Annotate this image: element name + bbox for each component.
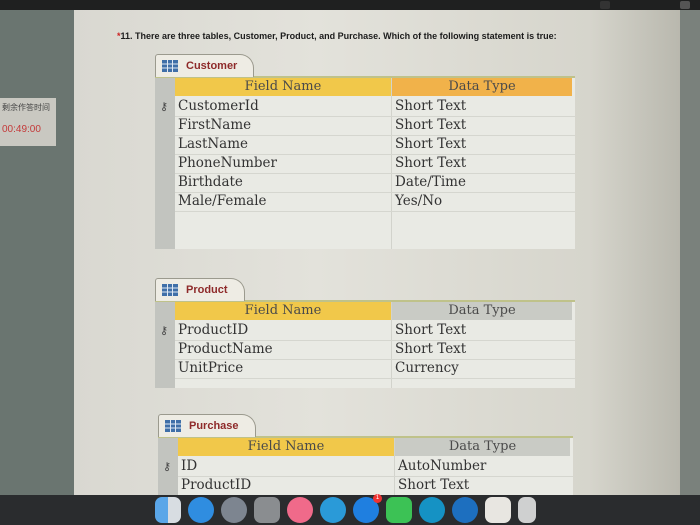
data-type[interactable]: Short Text xyxy=(395,321,466,340)
menu-bar xyxy=(0,0,700,10)
field-name[interactable]: ProductName xyxy=(178,340,273,359)
left-panel: 剩余作答时间 00:49:00 xyxy=(0,10,74,495)
tab-label: Product xyxy=(186,284,228,296)
table-row[interactable]: LastName Short Text xyxy=(175,135,575,155)
safari-icon[interactable] xyxy=(188,497,214,523)
field-name[interactable]: LastName xyxy=(178,135,248,154)
question-body: 11. There are three tables, Customer, Pr… xyxy=(120,31,557,41)
header-field-name[interactable]: Field Name xyxy=(175,78,391,96)
notification-badge: 1 xyxy=(373,494,382,503)
chrome-icon[interactable] xyxy=(485,497,511,523)
header-field-name[interactable]: Field Name xyxy=(178,438,394,456)
tab-product[interactable]: Product xyxy=(155,278,245,301)
field-name[interactable]: CustomerId xyxy=(178,97,259,116)
customer-table: Customer Field Name Data Type ⚷ Customer… xyxy=(155,54,575,249)
primary-key-icon: ⚷ xyxy=(163,461,172,473)
data-type[interactable]: AutoNumber xyxy=(398,457,486,476)
field-name[interactable]: PhoneNumber xyxy=(178,154,277,173)
status-icon[interactable] xyxy=(600,1,610,9)
design-grid: Field Name Data Type ⚷ CustomerId Short … xyxy=(155,78,575,249)
field-name[interactable]: Male/Female xyxy=(178,192,267,211)
field-name[interactable]: UnitPrice xyxy=(178,359,243,378)
table-row[interactable]: ⚷ CustomerId Short Text xyxy=(160,97,575,117)
messages-icon[interactable] xyxy=(320,497,346,523)
edge-icon[interactable] xyxy=(419,497,445,523)
tab-purchase[interactable]: Purchase xyxy=(158,414,256,437)
question-text: *11. There are three tables, Customer, P… xyxy=(117,31,557,41)
purchase-table: Purchase Field Name Data Type ⚷ ID AutoN… xyxy=(158,414,573,496)
tab-strip: Customer xyxy=(155,54,575,78)
tab-customer[interactable]: Customer xyxy=(155,54,255,77)
control-icon[interactable] xyxy=(680,1,690,9)
trash-icon[interactable] xyxy=(518,497,536,523)
table-row[interactable]: Birthdate Date/Time xyxy=(175,173,575,193)
system-preferences-icon[interactable] xyxy=(254,497,280,523)
field-name[interactable]: Birthdate xyxy=(178,173,243,192)
table-grid-icon xyxy=(162,284,178,296)
data-type[interactable]: Short Text xyxy=(398,476,469,495)
data-type[interactable]: Short Text xyxy=(395,135,466,154)
data-type[interactable]: Short Text xyxy=(395,340,466,359)
right-edge xyxy=(680,10,700,495)
field-name[interactable]: FirstName xyxy=(178,116,251,135)
table-row[interactable]: ProductName Short Text xyxy=(175,340,575,360)
data-type[interactable]: Date/Time xyxy=(395,173,466,192)
timer-value: 00:49:00 xyxy=(2,124,41,135)
data-type[interactable]: Short Text xyxy=(395,97,466,116)
table-row[interactable]: UnitPrice Currency xyxy=(175,359,575,379)
tab-label: Purchase xyxy=(189,420,239,432)
dock: 1 xyxy=(0,494,700,525)
timer-box: 剩余作答时间 00:49:00 xyxy=(0,98,56,146)
table-grid-icon xyxy=(162,60,178,72)
migration-icon[interactable] xyxy=(452,497,478,523)
tab-label: Customer xyxy=(186,60,238,72)
table-row[interactable]: FirstName Short Text xyxy=(175,116,575,136)
header-data-type[interactable]: Data Type xyxy=(395,438,570,456)
data-type[interactable]: Currency xyxy=(395,359,459,378)
data-type[interactable]: Yes/No xyxy=(395,192,442,211)
tab-strip: Product xyxy=(155,278,575,302)
table-row[interactable]: PhoneNumber Short Text xyxy=(175,154,575,174)
primary-key-icon: ⚷ xyxy=(160,325,169,337)
data-type[interactable]: Short Text xyxy=(395,154,466,173)
music-icon[interactable] xyxy=(287,497,313,523)
facetime-icon[interactable] xyxy=(386,497,412,523)
header-data-type[interactable]: Data Type xyxy=(392,302,572,320)
field-name[interactable]: ProductID xyxy=(181,476,251,495)
app-store-icon[interactable]: 1 xyxy=(353,494,382,523)
table-row[interactable]: ⚷ ProductID Short Text xyxy=(160,321,575,341)
tab-strip: Purchase xyxy=(158,414,573,438)
header-data-type[interactable]: Data Type xyxy=(392,78,572,96)
primary-key-icon: ⚷ xyxy=(160,101,169,113)
table-row[interactable]: ProductID Short Text xyxy=(178,476,573,496)
field-name[interactable]: ProductID xyxy=(178,321,248,340)
data-type[interactable]: Short Text xyxy=(395,116,466,135)
header-field-name[interactable]: Field Name xyxy=(175,302,391,320)
field-name[interactable]: ID xyxy=(181,457,197,476)
finder-icon[interactable] xyxy=(155,497,181,523)
timer-label: 剩余作答时间 xyxy=(2,103,50,112)
row-selector-column[interactable] xyxy=(155,302,175,388)
table-grid-icon xyxy=(165,420,181,432)
launchpad-icon[interactable] xyxy=(221,497,247,523)
table-row[interactable]: Male/Female Yes/No xyxy=(175,192,575,212)
product-table: Product Field Name Data Type ⚷ ProductID… xyxy=(155,278,575,388)
table-row[interactable]: ⚷ ID AutoNumber xyxy=(163,457,573,477)
design-grid: Field Name Data Type ⚷ ProductID Short T… xyxy=(155,302,575,388)
design-grid: Field Name Data Type ⚷ ID AutoNumber Pro… xyxy=(158,438,573,496)
